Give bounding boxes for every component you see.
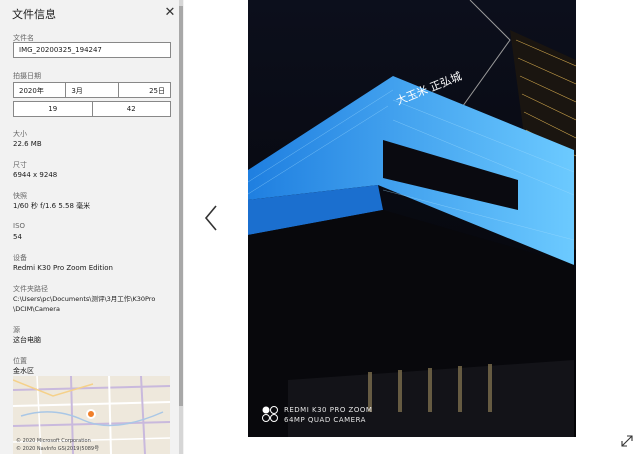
location-map[interactable]: © 2020 Microsoft Corporation © 2020 NavI…: [13, 376, 170, 454]
location-label: 位置: [13, 357, 27, 365]
shutter-label: 快照: [13, 192, 27, 200]
date-field-row: 2020年 3月 25日: [13, 82, 171, 98]
camera-logo-icon: [262, 406, 278, 422]
close-icon[interactable]: ✕: [162, 5, 178, 21]
date-taken-label: 拍摄日期: [13, 72, 41, 80]
iso-value: 54: [13, 233, 22, 241]
size-value: 22.6 MB: [13, 140, 42, 148]
time-field-row: 19 42: [13, 101, 171, 117]
iso-label: ISO: [13, 222, 26, 230]
building-photo: 大玉米 正弘城: [248, 0, 576, 437]
folder-path-line2: \DCIM\Camera: [13, 305, 60, 313]
dimensions-label: 尺寸: [13, 161, 27, 169]
map-credit-microsoft: © 2020 Microsoft Corporation: [16, 438, 91, 444]
dimensions-value: 6944 x 9248: [13, 171, 58, 179]
minute-field[interactable]: 42: [93, 102, 171, 116]
location-value: 金水区: [13, 367, 34, 375]
device-label: 设备: [13, 254, 27, 262]
watermark-line2: 64MP QUAD CAMERA: [284, 416, 366, 424]
source-label: 源: [13, 326, 20, 334]
chevron-left-icon[interactable]: [202, 204, 220, 232]
year-field[interactable]: 2020年: [14, 83, 67, 97]
filename-field[interactable]: IMG_20200325_194247: [13, 42, 171, 58]
source-value: 这台电脑: [13, 336, 41, 344]
watermark-line1: REDMI K30 PRO ZOOM: [284, 406, 373, 414]
expand-icon[interactable]: [620, 434, 634, 448]
shutter-value: 1/60 秒 f/1.6 5.58 毫米: [13, 202, 91, 210]
folder-label: 文件夹路径: [13, 285, 48, 293]
month-field[interactable]: 3月: [66, 83, 119, 97]
folder-path-line1: C:\Users\pc\Documents\测评\3月工作\K30Pro: [13, 295, 156, 303]
file-info-panel: 文件信息 ✕ 文件名 IMG_20200325_194247 拍摄日期 2020…: [0, 0, 184, 454]
map-credit-navinfo: © 2020 NavInfo GS(2019)5089号: [16, 446, 100, 452]
photo-image: 大玉米 正弘城: [248, 0, 576, 437]
day-field[interactable]: 25日: [119, 83, 170, 97]
size-label: 大小: [13, 130, 27, 138]
hour-field[interactable]: 19: [14, 102, 93, 116]
panel-scrollbar-thumb[interactable]: [179, 6, 183, 406]
panel-title: 文件信息: [12, 8, 56, 21]
location-pin-icon: [86, 409, 96, 419]
device-value: Redmi K30 Pro Zoom Edition: [13, 264, 113, 272]
